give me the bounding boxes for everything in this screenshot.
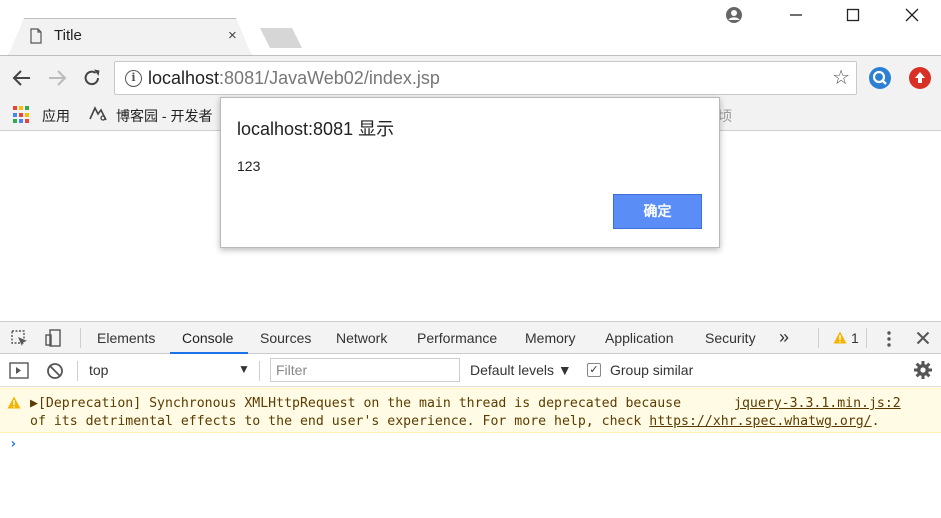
reload-icon[interactable] [79,66,105,90]
tab-elements[interactable]: Elements [97,330,155,346]
url-path: :8081/JavaWeb02/index.jsp [219,68,440,88]
bookmark-faded-label[interactable]: 顷 [718,106,732,126]
tab-performance[interactable]: Performance [417,330,497,346]
group-similar-checkbox[interactable]: ✓ [587,363,601,377]
warning-count[interactable]: 1 [851,330,859,346]
clear-console-icon[interactable] [46,362,64,380]
context-caret-icon[interactable]: ▼ [238,362,250,376]
alert-dialog: localhost:8081 显示 123 确定 [220,97,720,248]
page-icon [30,28,42,44]
tab-application[interactable]: Application [605,330,674,346]
warning-source-link[interactable]: jquery-3.3.1.min.js:2 [734,396,901,411]
group-similar-label: Group similar [610,362,694,378]
warning-text-line1[interactable]: ▶[Deprecation] Synchronous XMLHttpReques… [30,396,681,411]
profile-icon[interactable] [719,2,749,28]
dialog-ok-button[interactable]: 确定 [613,194,702,229]
url-text: localhost:8081/JavaWeb02/index.jsp [148,68,440,89]
devtools-separator [866,328,867,348]
xhr-spec-link[interactable]: https://xhr.spec.whatwg.org/ [649,414,871,429]
tab-close-icon[interactable]: × [228,27,237,45]
tab-title: Title [54,27,82,44]
warning-text-line2: of its detrimental effects to the end us… [30,414,880,429]
minimize-icon[interactable] [781,2,811,28]
warning-icon [7,396,21,409]
more-tabs-icon[interactable]: » [779,327,789,348]
warning-text-line2-prefix: of its detrimental effects to the end us… [30,414,650,429]
apps-grid-icon[interactable] [13,106,31,124]
log-levels-dropdown[interactable]: Default levels ▼ [470,362,572,378]
console-settings-gear-icon[interactable] [913,360,933,380]
address-bar[interactable]: i localhost:8081/JavaWeb02/index.jsp ☆ [114,61,857,95]
sidebar-toggle-icon[interactable] [9,362,29,379]
console-filter-bar: top ▼ Filter Default levels ▼ ✓ Group si… [0,354,941,387]
back-icon[interactable] [9,66,35,90]
bookmark-star-icon[interactable]: ☆ [832,67,850,89]
warning-text-suffix: . [871,414,880,429]
devtools-close-icon[interactable] [916,331,930,345]
devtools-tabbar: Elements Console Sources Network Perform… [0,321,941,354]
tab-memory[interactable]: Memory [525,330,576,346]
tab-console[interactable]: Console [182,330,233,346]
console-warning-message: ▶[Deprecation] Synchronous XMLHttpReques… [0,388,941,433]
url-host: localhost [148,68,220,88]
devtools-separator [818,328,819,348]
browser-titlebar: Title × [0,0,941,56]
tab-security[interactable]: Security [705,330,756,346]
console-filter-input[interactable]: Filter [270,358,460,382]
devtools-separator [77,361,78,381]
device-toolbar-icon[interactable] [44,328,64,348]
tab-network[interactable]: Network [336,330,387,346]
filter-placeholder: Filter [276,362,308,378]
dialog-title: localhost:8081 显示 [237,119,395,139]
extension-upload-icon[interactable] [909,67,931,89]
warning-count-icon[interactable] [833,331,847,344]
site-info-icon[interactable]: i [125,70,142,87]
devtools-menu-icon[interactable] [886,330,892,348]
extension-search-icon[interactable] [869,67,891,89]
inspect-element-icon[interactable] [10,329,30,349]
devtools-separator [259,361,260,381]
cnblogs-icon [89,106,107,121]
new-tab-button[interactable] [260,28,302,48]
browser-toolbar: i localhost:8081/JavaWeb02/index.jsp ☆ [0,55,941,99]
maximize-icon[interactable] [838,2,868,28]
devtools-separator [80,328,81,348]
bookmark-cnblogs[interactable]: 博客园 - 开发者 [116,106,212,126]
window-close-icon[interactable] [897,2,927,28]
forward-icon[interactable] [44,66,70,90]
dialog-message: 123 [237,158,261,174]
console-prompt[interactable]: › [9,436,17,452]
context-selector[interactable]: top [89,362,108,378]
bookmark-apps[interactable]: 应用 [42,106,70,126]
tab-sources[interactable]: Sources [260,330,311,346]
browser-tab-fill [10,19,250,56]
